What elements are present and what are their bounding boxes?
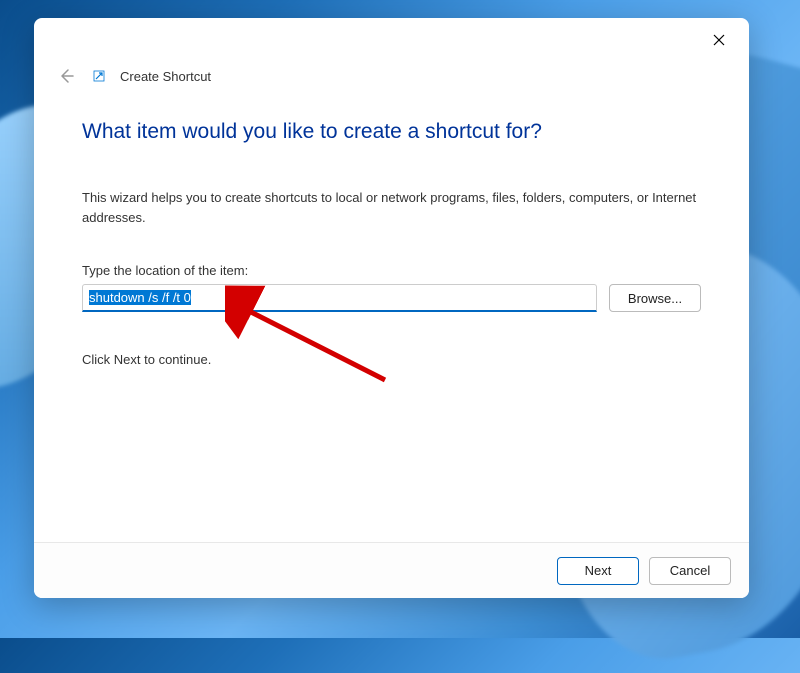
dialog-titlebar xyxy=(34,18,749,62)
nav-row: Create Shortcut xyxy=(34,62,749,90)
back-button[interactable] xyxy=(54,64,78,88)
page-heading: What item would you like to create a sho… xyxy=(82,120,701,144)
create-shortcut-dialog: Create Shortcut What item would you like… xyxy=(34,18,749,598)
next-button[interactable]: Next xyxy=(557,557,639,585)
browse-button[interactable]: Browse... xyxy=(609,284,701,312)
breadcrumb: Create Shortcut xyxy=(120,69,211,84)
input-row: shutdown /s /f /t 0 Browse... xyxy=(82,284,701,312)
close-button[interactable] xyxy=(703,24,735,56)
location-input-selection: shutdown /s /f /t 0 xyxy=(89,290,191,305)
back-arrow-icon xyxy=(58,68,74,84)
shortcut-icon xyxy=(92,69,106,83)
description-text: This wizard helps you to create shortcut… xyxy=(82,188,701,227)
dialog-footer: Next Cancel xyxy=(34,542,749,598)
location-input[interactable]: shutdown /s /f /t 0 xyxy=(82,284,597,312)
cancel-button[interactable]: Cancel xyxy=(649,557,731,585)
dialog-body: What item would you like to create a sho… xyxy=(34,90,749,542)
location-label: Type the location of the item: xyxy=(82,263,701,278)
close-icon xyxy=(713,34,725,46)
continue-text: Click Next to continue. xyxy=(82,352,701,367)
